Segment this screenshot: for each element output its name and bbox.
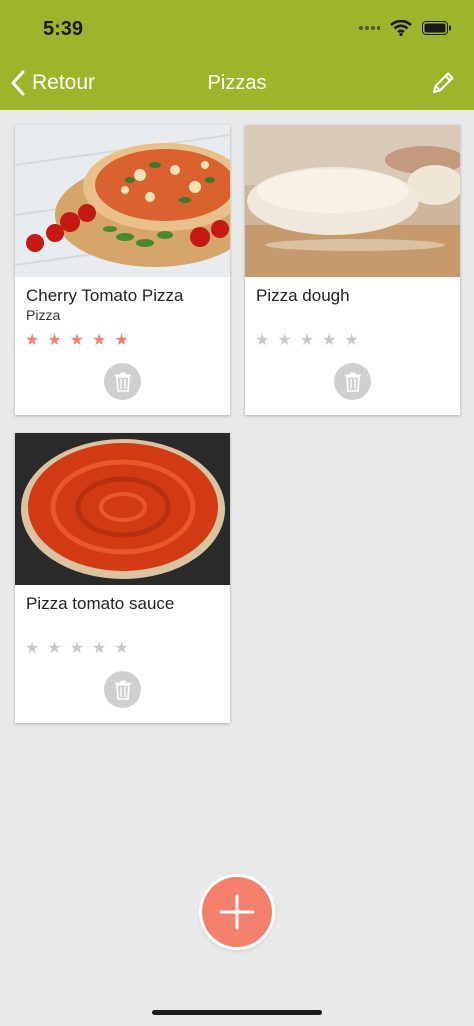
edit-button[interactable]	[430, 70, 456, 101]
rating-stars[interactable]: ★ ★ ★ ★ ★	[25, 638, 129, 658]
star-icon[interactable]: ★	[114, 330, 128, 350]
rating-stars[interactable]: ★ ★ ★ ★ ★	[255, 330, 359, 350]
trash-icon	[344, 372, 361, 392]
delete-button[interactable]	[104, 671, 141, 708]
signal-icon	[359, 26, 380, 30]
recipe-title: Pizza tomato sauce	[26, 594, 175, 613]
star-icon[interactable]: ★	[25, 638, 39, 658]
star-icon[interactable]: ★	[70, 330, 84, 350]
rating-stars[interactable]: ★ ★ ★ ★ ★	[25, 330, 129, 350]
page-title: Pizzas	[207, 72, 267, 94]
recipe-title: Cherry Tomato Pizza	[26, 286, 184, 305]
star-icon[interactable]: ★	[322, 330, 336, 350]
star-icon[interactable]: ★	[25, 330, 39, 350]
star-icon[interactable]: ★	[47, 638, 61, 658]
trash-icon	[114, 680, 131, 700]
star-icon[interactable]: ★	[114, 638, 128, 658]
recipe-card[interactable]: Cherry Tomato Pizza Pizza ★ ★ ★ ★ ★	[15, 125, 230, 415]
battery-icon	[422, 21, 451, 35]
star-icon[interactable]: ★	[344, 330, 358, 350]
recipe-image	[245, 125, 460, 277]
star-icon[interactable]: ★	[277, 330, 291, 350]
star-icon[interactable]: ★	[92, 638, 106, 658]
app-header: 5:39 Retour Pizzas	[0, 0, 474, 110]
recipe-image	[15, 433, 230, 585]
recipe-category: Pizza	[26, 307, 61, 323]
star-icon[interactable]: ★	[300, 330, 314, 350]
star-icon[interactable]: ★	[255, 330, 269, 350]
plus-icon	[219, 894, 255, 930]
delete-button[interactable]	[334, 363, 371, 400]
recipe-image	[15, 125, 230, 277]
wifi-icon	[390, 20, 412, 36]
star-icon[interactable]: ★	[92, 330, 106, 350]
delete-button[interactable]	[104, 363, 141, 400]
recipe-title: Pizza dough	[256, 286, 350, 305]
recipe-card[interactable]: Pizza tomato sauce ★ ★ ★ ★ ★	[15, 433, 230, 723]
star-icon[interactable]: ★	[70, 638, 84, 658]
trash-icon	[114, 372, 131, 392]
star-icon[interactable]: ★	[47, 330, 61, 350]
pencil-icon	[433, 72, 454, 93]
home-indicator	[152, 1010, 322, 1015]
status-icons	[358, 20, 452, 36]
add-recipe-button[interactable]	[202, 877, 272, 947]
recipe-card[interactable]: Pizza dough ★ ★ ★ ★ ★	[245, 125, 460, 415]
status-time: 5:39	[43, 18, 84, 40]
